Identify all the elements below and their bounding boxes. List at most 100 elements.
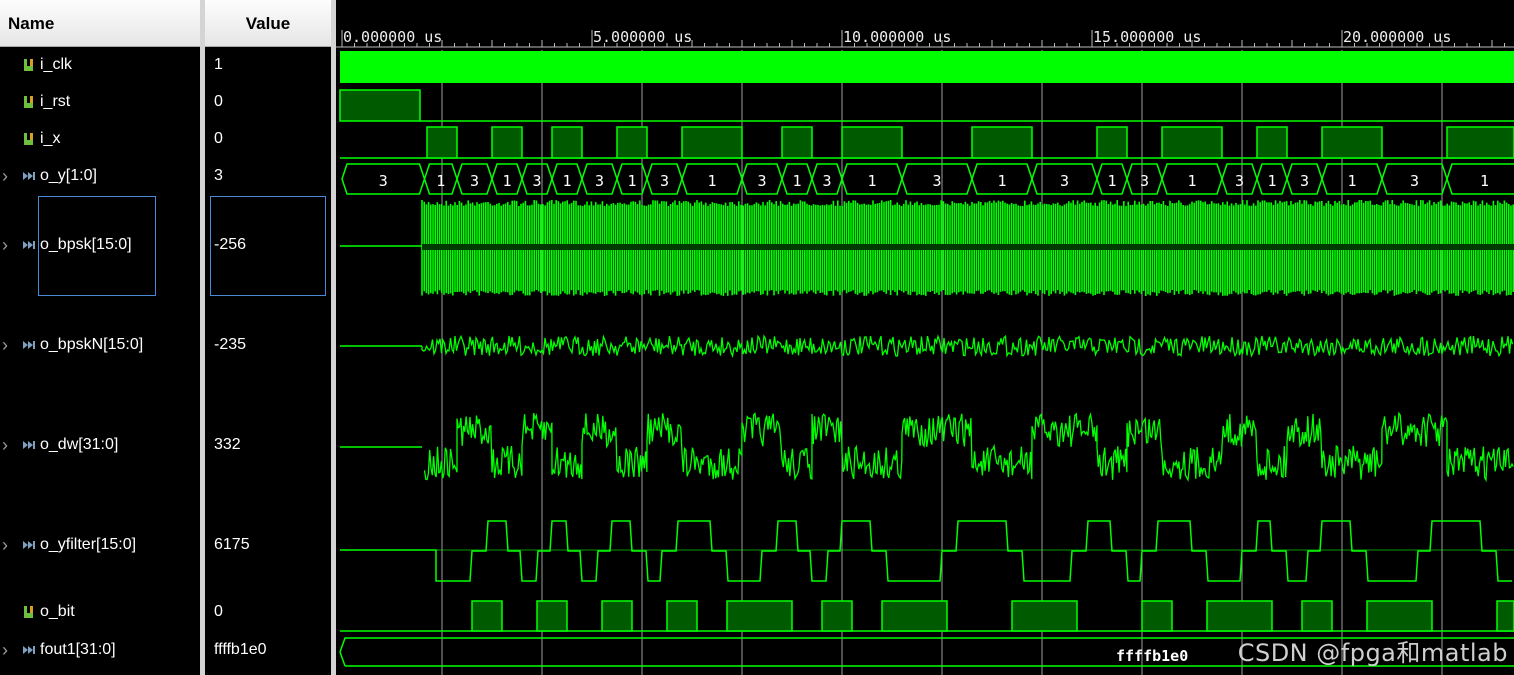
i-x-pulse [1256,126,1288,159]
signal-row-o-yfilter[interactable]: › o_yfilter[15:0] [0,536,200,556]
bus-signal-icon [23,646,35,654]
signal-value-text: 332 [214,436,241,453]
o-y-value: 3 [1060,172,1069,190]
signal-row-o-y[interactable]: › o_y[1:0] [0,167,200,187]
o-bit-pulse [1206,600,1273,632]
i-x-pulse [1446,126,1514,159]
o-y-value: 1 [707,172,716,190]
waveform-viewer[interactable]: 0.000000 us 5.000000 us 10.000000 us 15.000… [336,0,1514,675]
signal-name: o_bpskN[15:0] [40,336,144,353]
o-y-value: 1 [627,172,636,190]
expand-arrow-icon[interactable]: › [2,167,8,185]
ruler-label: 20.000000 us [1343,28,1451,46]
i-x-pulse [971,126,1033,159]
signal-name: i_clk [40,56,73,73]
o-y-value: 1 [997,172,1006,190]
o-bit-pulse [666,600,698,632]
value-column-header[interactable]: Value [205,0,331,47]
i-x-pulse [681,126,743,159]
o-yfilter-wave [340,520,1512,582]
signal-row-i-rst[interactable]: i_rst [0,93,200,113]
o-y-value: 1 [1107,172,1116,190]
signal-value-text: 0 [214,130,223,147]
value-column: Value 1 0 0 3 -256 -235 332 6175 0 ffffb1e0 [205,0,331,675]
signal-row-i-x[interactable]: i_x [0,130,200,150]
expand-arrow-icon[interactable]: › [2,536,8,554]
i-rst-high [339,89,421,122]
o-y-value: 3 [660,172,669,190]
i-x-pulse [841,126,903,159]
o-bit-pulse [471,600,503,632]
o-y-value: 3 [379,172,388,190]
expand-arrow-icon[interactable]: › [2,236,8,254]
o-bit-pulse [1366,600,1433,632]
name-column-header[interactable]: Name [0,0,200,47]
o-y-value: 3 [1235,172,1244,190]
signal-row-i-clk[interactable]: i_clk [0,56,200,76]
expand-arrow-icon[interactable]: › [2,336,8,354]
bus-signal-icon [23,172,35,180]
o-bit-pulse [1301,600,1333,632]
i-x-pulse [491,126,523,159]
ruler-label: 0.000000 us [343,28,442,46]
i-x-pulse [1161,126,1223,159]
signal-value-text: 1 [214,56,223,73]
selected-name-box [38,196,156,296]
o-y-value: 1 [436,172,445,190]
o-y-value: 1 [792,172,801,190]
signal-value-text: ffffb1e0 [214,641,267,658]
signal-name: fout1[31:0] [40,641,116,658]
i-x-pulse [781,126,813,159]
o-dw-wave [423,411,1514,483]
signal-row-o-dw[interactable]: › o_dw[31:0] [0,436,200,456]
o-bpskn-wave [421,334,1514,358]
bit-signal-icon [24,96,33,108]
bit-signal-icon [24,133,33,145]
bit-signal-icon [24,606,33,618]
o-y-value: 1 [562,172,571,190]
i-x-pulse [616,126,648,159]
o-bit-pulse [1496,600,1514,632]
signal-value-text: -235 [214,336,247,353]
o-y-value: 1 [502,172,511,190]
signal-row-o-bpskN[interactable]: › o_bpskN[15:0] [0,336,200,356]
o-y-value: 3 [595,172,604,190]
signal-row-o-bit[interactable]: o_bit [0,603,200,623]
signal-name: i_x [40,130,61,147]
o-bpsk-midband [422,244,1514,250]
signal-row-fout1[interactable]: › fout1[31:0] [0,641,200,661]
i-clk-wave [340,51,1514,83]
signal-name: o_y[1:0] [40,167,97,184]
o-y-value: 1 [867,172,876,190]
ruler-label: 15.000000 us [1093,28,1201,46]
o-bit-pulse [536,600,568,632]
o-bit-pulse [821,600,853,632]
i-x-pulse [1096,126,1128,159]
o-y-value: 3 [1300,172,1309,190]
bus-signal-icon [23,441,35,449]
o-y-value: 3 [470,172,479,190]
i-x-pulse [551,126,583,159]
bus-signal-icon [23,341,35,349]
watermark: CSDN @fpga和matlab [1237,639,1508,667]
o-y-value: 3 [822,172,831,190]
o-y-value: 1 [1480,172,1489,190]
o-y-value: 1 [1187,172,1196,190]
o-bit-pulse [726,600,793,632]
i-x-pulse [426,126,458,159]
expand-arrow-icon[interactable]: › [2,436,8,454]
expand-arrow-icon[interactable]: › [2,641,8,659]
o-bit-pulse [1141,600,1173,632]
signal-value-text: 3 [214,167,223,184]
o-bit-pulse [881,600,948,632]
fout1-value: ffffb1e0 [1116,647,1188,665]
signal-name: i_rst [40,93,71,110]
o-y-value: 3 [757,172,766,190]
o-y-value: 3 [932,172,941,190]
signal-value-text: 0 [214,93,223,110]
o-bit-pulse [1011,600,1078,632]
bus-signal-icon [23,241,35,249]
signal-value-text: 6175 [214,536,250,553]
bus-signal-icon [23,541,35,549]
signal-value-text: 0 [214,603,223,620]
